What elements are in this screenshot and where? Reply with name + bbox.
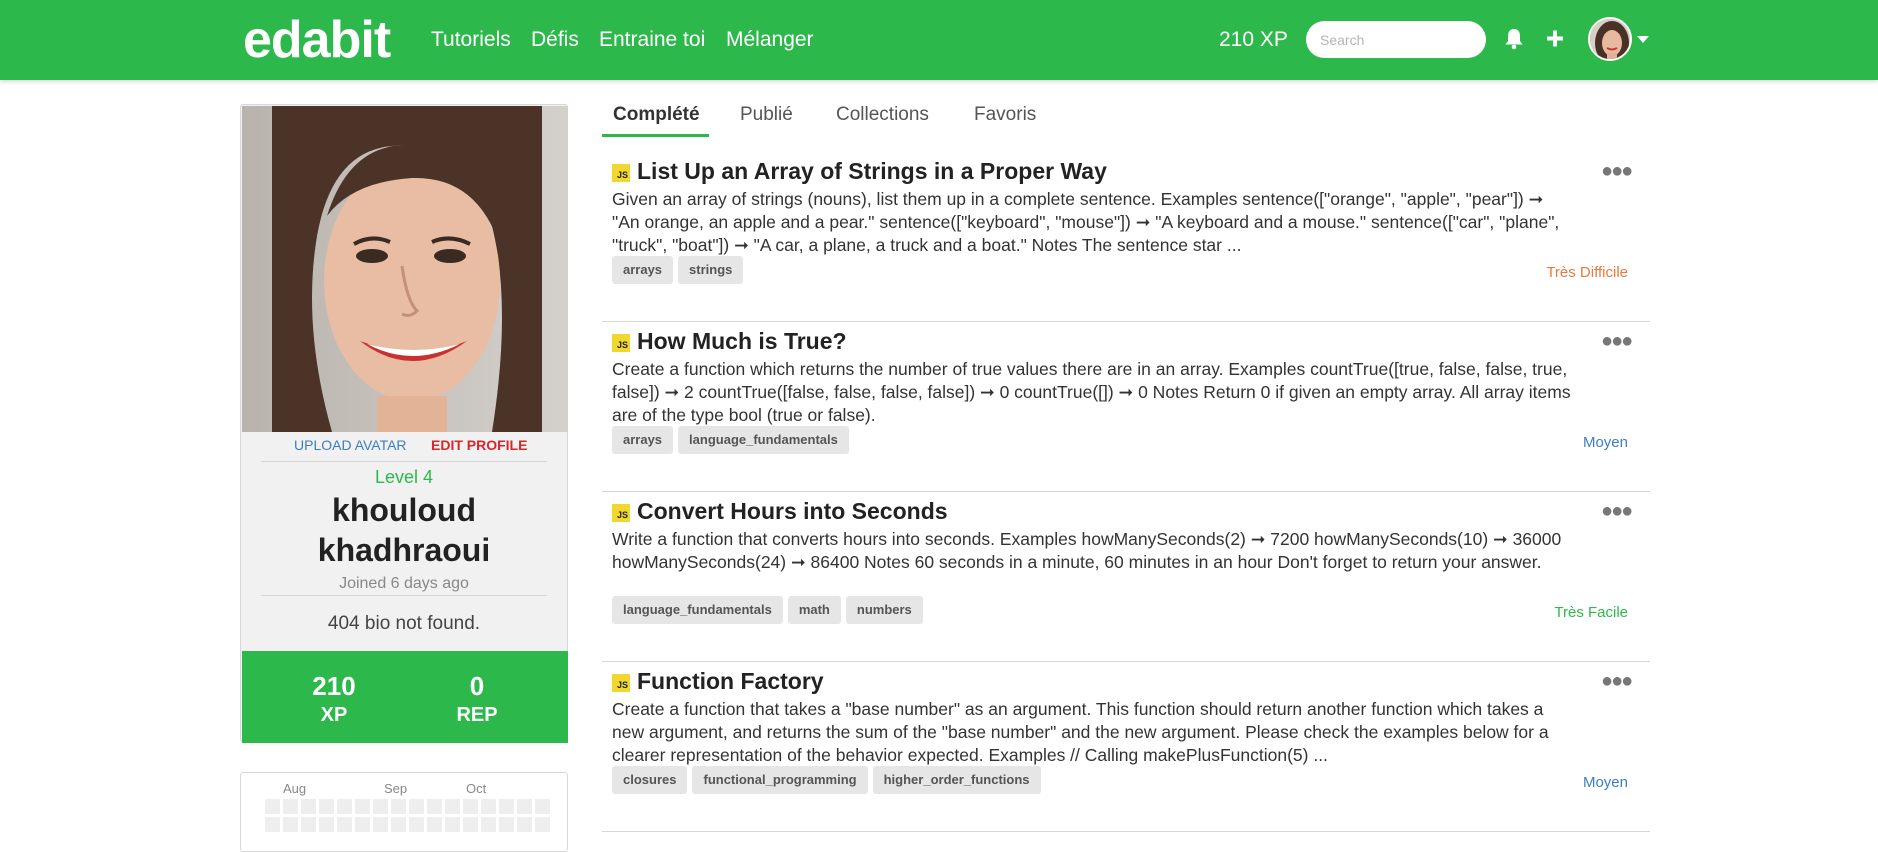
nav-tutoriels[interactable]: Tutoriels [431, 28, 511, 52]
tag[interactable]: closures [612, 766, 688, 794]
nav-defis[interactable]: Défis [531, 28, 579, 52]
tag[interactable]: language_fundamentals [612, 596, 783, 624]
more-options-icon[interactable]: ●●● [1601, 500, 1633, 523]
tab-favoris[interactable]: Favoris [974, 104, 1036, 126]
xp-value: 210 [312, 671, 356, 701]
challenge-description: Create a function that takes a "base num… [612, 699, 1549, 765]
tag[interactable]: higher_order_functions [872, 766, 1041, 794]
challenge-item[interactable]: JS How Much is True? Create a function w… [602, 322, 1650, 492]
challenge-title[interactable]: Function Factory [637, 668, 824, 695]
nav-melanger[interactable]: Mélanger [726, 28, 814, 52]
tab-publie[interactable]: Publié [740, 104, 793, 126]
difficulty-label: Moyen [1582, 774, 1628, 791]
javascript-icon: JS [612, 164, 630, 182]
tag[interactable]: arrays [612, 256, 674, 284]
level-label: Level 4 [374, 467, 434, 487]
challenge-title[interactable]: List Up an Array of Strings in a Proper … [637, 158, 1107, 185]
month-label: Oct [466, 781, 487, 796]
challenge-item[interactable]: JS Function Factory Create a function th… [602, 662, 1650, 832]
rep-label: REP [456, 704, 498, 726]
tag[interactable]: strings [678, 256, 744, 284]
challenge-description: Given an array of strings (nouns), list … [612, 189, 1560, 255]
tag-list: language_fundamentals math numbers [612, 596, 923, 624]
difficulty-label: Très Facile [1554, 604, 1628, 621]
month-label: Sep [384, 781, 408, 796]
month-label: Aug [283, 781, 307, 796]
active-tab-indicator [602, 134, 709, 137]
javascript-icon: JS [612, 504, 630, 522]
difficulty-label: Moyen [1582, 434, 1628, 451]
profile-bio: 404 bio not found. [327, 613, 481, 634]
profile-last-name: khadhraoui [317, 532, 491, 568]
logo[interactable]: edabit [243, 10, 391, 70]
tag-list: closures functional_programming higher_o… [612, 766, 1041, 794]
search-input[interactable] [1306, 21, 1486, 58]
xp-counter: 210 XP [1219, 28, 1288, 51]
nav-entraine-toi[interactable]: Entraine toi [599, 28, 705, 52]
challenge-item[interactable]: JS Convert Hours into Seconds Write a fu… [602, 492, 1650, 662]
rep-stat: 0 REP [417, 671, 537, 727]
tab-collections[interactable]: Collections [836, 104, 929, 126]
challenge-description: Write a function that converts hours int… [612, 529, 1562, 572]
activity-calendar: Aug Sep Oct [240, 772, 568, 852]
stats-panel: 210 XP 0 REP [242, 651, 568, 743]
edit-profile-link[interactable]: EDIT PROFILE [431, 437, 527, 453]
user-avatar[interactable] [1588, 17, 1632, 61]
xp-label: XP [320, 704, 348, 726]
tag-list: arrays language_fundamentals [612, 426, 849, 454]
javascript-icon: JS [612, 674, 630, 692]
challenge-title[interactable]: Convert Hours into Seconds [637, 498, 948, 525]
more-options-icon[interactable]: ●●● [1601, 670, 1633, 693]
tag[interactable]: math [787, 596, 841, 624]
tag[interactable]: functional_programming [692, 766, 868, 794]
top-navbar: edabit Tutoriels Défis Entraine toi Méla… [0, 0, 1878, 80]
rep-value: 0 [469, 671, 485, 701]
divider [261, 595, 547, 596]
calendar-grid [265, 799, 555, 839]
tag[interactable]: language_fundamentals [678, 426, 849, 454]
profile-card: UPLOAD AVATAR EDIT PROFILE Level 4 khoul… [240, 104, 568, 743]
xp-stat: 210 XP [274, 671, 394, 727]
challenge-description: Create a function which returns the numb… [612, 359, 1571, 425]
plus-icon[interactable] [1544, 27, 1566, 51]
challenge-item[interactable]: JS List Up an Array of Strings in a Prop… [602, 152, 1650, 322]
divider [261, 461, 547, 462]
tag[interactable]: numbers [845, 596, 923, 624]
profile-first-name: khouloud [332, 492, 476, 528]
joined-date: Joined 6 days ago [339, 575, 469, 592]
challenge-title[interactable]: How Much is True? [637, 328, 847, 355]
chevron-down-icon[interactable] [1637, 36, 1649, 43]
profile-photo [242, 106, 568, 432]
more-options-icon[interactable]: ●●● [1601, 160, 1633, 183]
profile-name: khouloud khadhraoui [241, 490, 567, 570]
more-options-icon[interactable]: ●●● [1601, 330, 1633, 353]
bell-icon[interactable] [1503, 27, 1525, 51]
tab-complete[interactable]: Complété [613, 104, 700, 126]
javascript-icon: JS [612, 334, 630, 352]
upload-avatar-link[interactable]: UPLOAD AVATAR [294, 437, 407, 453]
difficulty-label: Très Difficile [1546, 264, 1628, 281]
tag-list: arrays strings [612, 256, 744, 284]
tag[interactable]: arrays [612, 426, 674, 454]
